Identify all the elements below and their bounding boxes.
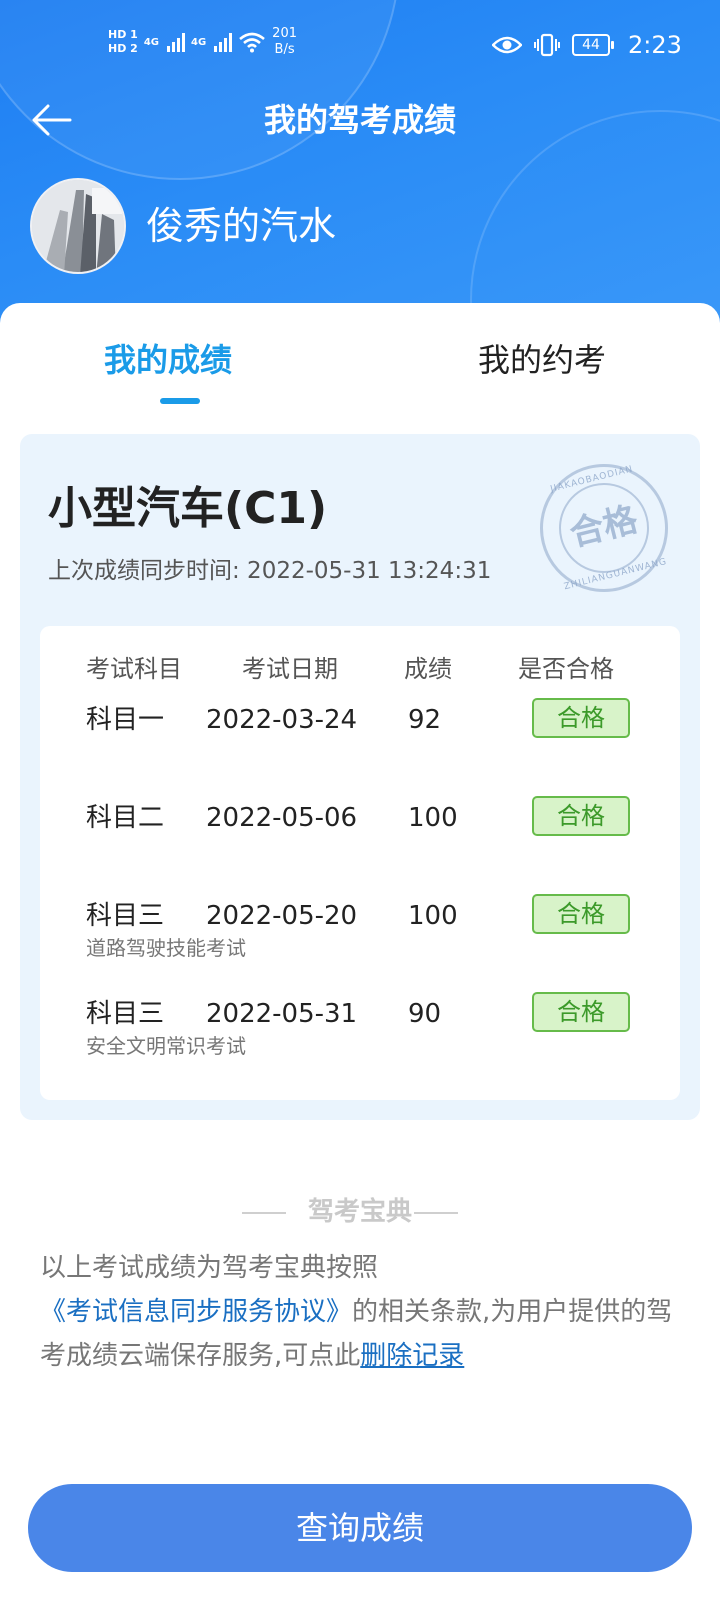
row-subject: 科目二 (86, 803, 165, 833)
divider-right (414, 1212, 458, 1214)
pass-badge: 合格 (532, 992, 630, 1032)
avatar (30, 178, 126, 274)
row-date: 2022-03-24 (206, 705, 358, 735)
column-header-result: 是否合格 (518, 655, 614, 683)
hd-indicator: HD 1 HD 2 (108, 29, 138, 55)
row-date: 2022-05-31 (206, 999, 358, 1029)
signal-icon (167, 32, 185, 52)
row-score: 100 (408, 803, 458, 833)
sync-time: 上次成绩同步时间: 2022-05-31 13:24:31 (48, 558, 492, 584)
section-title: 驾考宝典 (307, 1197, 412, 1227)
row-score: 90 (408, 999, 442, 1029)
row-date: 2022-05-20 (206, 901, 358, 931)
row-note: 安全文明常识考试 (86, 1034, 246, 1058)
status-right: 44 2:23 (492, 31, 682, 59)
tab-indicator (160, 398, 200, 404)
network-type-2: 4G (191, 36, 207, 48)
status-left: HD 1 HD 2 4G 4G 201 B/s (108, 26, 297, 58)
vibrate-icon (534, 33, 560, 57)
row-subject: 科目三 (86, 999, 165, 1029)
pass-badge: 合格 (532, 698, 630, 738)
clock: 2:23 (628, 31, 682, 59)
network-speed: 201 B/s (272, 26, 297, 58)
notice-part1: 以上考试成绩为驾考宝典按照 (40, 1253, 379, 1283)
pass-badge: 合格 (532, 894, 630, 934)
battery-level: 44 (582, 37, 600, 53)
page-title: 我的驾考成绩 (263, 101, 456, 139)
tab-my-scores[interactable]: 我的成绩 (104, 340, 232, 380)
eye-icon (492, 36, 522, 54)
battery-icon: 44 (572, 34, 614, 56)
notice-text: 以上考试成绩为驾考宝典按照《考试信息同步服务协议》的相关条款,为用户提供的驾考成… (40, 1246, 680, 1378)
row-note: 道路驾驶技能考试 (86, 936, 246, 960)
query-scores-button[interactable]: 查询成绩 (28, 1484, 692, 1572)
car-type-title: 小型汽车(C1) (48, 483, 328, 534)
avatar-image (32, 180, 124, 272)
row-date: 2022-05-06 (206, 803, 358, 833)
status-bar: HD 1 HD 2 4G 4G 201 B/s 44 2:23 (0, 0, 720, 90)
tab-my-appointments[interactable]: 我的约考 (478, 340, 606, 380)
column-header-score: 成绩 (404, 655, 452, 683)
row-score: 92 (408, 705, 442, 735)
username: 俊秀的汽水 (146, 204, 337, 248)
row-subject: 科目一 (86, 705, 165, 735)
hd1-label: HD 1 (108, 28, 138, 41)
signal-icon (214, 32, 233, 52)
agreement-link[interactable]: 《考试信息同步服务协议》 (40, 1297, 352, 1327)
row-score: 100 (408, 901, 458, 931)
speed-unit: B/s (274, 42, 295, 57)
pass-badge: 合格 (532, 796, 630, 836)
wifi-icon (239, 32, 266, 53)
network-type-1: 4G (143, 36, 159, 48)
row-subject: 科目三 (86, 901, 165, 931)
column-header-date: 考试日期 (242, 655, 338, 683)
hd2-label: HD 2 (108, 42, 138, 55)
delete-records-link[interactable]: 删除记录 (360, 1341, 464, 1371)
column-header-subject: 考试科目 (86, 655, 182, 683)
speed-value: 201 (272, 26, 297, 41)
